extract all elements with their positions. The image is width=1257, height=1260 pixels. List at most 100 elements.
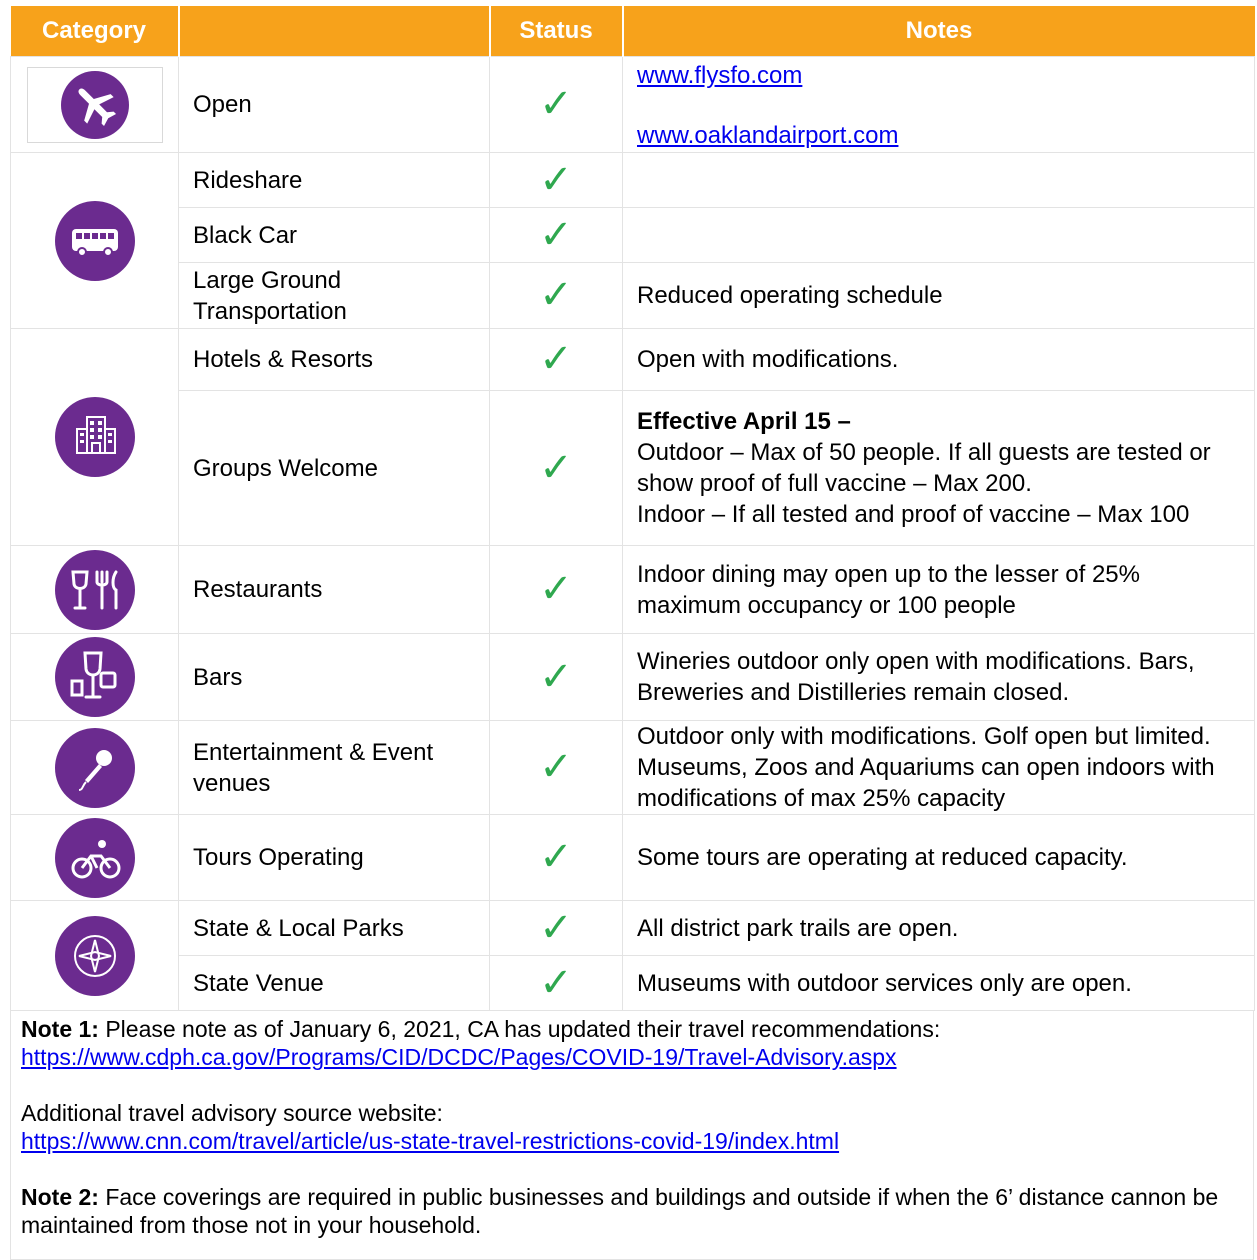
row-name: Large Ground Transportation bbox=[178, 262, 490, 329]
row-name: Restaurants bbox=[178, 545, 490, 634]
oakland-airport-link[interactable]: www.oaklandairport.com bbox=[637, 122, 898, 149]
bicycle-icon bbox=[54, 817, 135, 898]
cdph-advisory-link[interactable]: https://www.cdph.ca.gov/Programs/CID/DCD… bbox=[21, 1044, 897, 1070]
check-icon: ✓ bbox=[539, 653, 573, 700]
flysfo-link[interactable]: www.flysfo.com bbox=[637, 62, 802, 89]
row-name: Black Car bbox=[178, 207, 490, 263]
notes-cell: Outdoor only with modifications. Golf op… bbox=[622, 720, 1255, 815]
row-name: Open bbox=[178, 56, 490, 153]
row-name-line: Large Ground bbox=[193, 266, 342, 294]
header-status: Status bbox=[489, 6, 624, 57]
table-row: Bars ✓ Wineries outdoor only open with m… bbox=[10, 633, 1255, 721]
table-row: State & Local Parks ✓ All district park … bbox=[10, 900, 1255, 1011]
row-name-line: venues bbox=[193, 769, 271, 797]
header-category: Category bbox=[10, 6, 180, 57]
notes-cell: Museums with outdoor services only are o… bbox=[622, 955, 1255, 1011]
note2: Note 2: Face coverings are required in p… bbox=[21, 1183, 1243, 1239]
table-row: Groups Welcome ✓ Effective April 15 – Ou… bbox=[11, 390, 1255, 546]
note1-text: Please note as of January 6, 2021, CA ha… bbox=[98, 1016, 941, 1042]
wine-fork-knife-icon bbox=[54, 549, 135, 630]
notes-cell bbox=[622, 207, 1255, 263]
status-cell: ✓ bbox=[489, 390, 623, 546]
bus-icon bbox=[54, 200, 135, 281]
hotel-building-icon bbox=[54, 397, 135, 477]
table-row: Large Ground Transportation ✓ Reduced op… bbox=[11, 262, 1255, 329]
notes-cell: All district park trails are open. bbox=[622, 900, 1255, 956]
status-cell: ✓ bbox=[489, 262, 623, 329]
category-bars bbox=[10, 633, 179, 721]
notes-cell: www.flysfo.com www.oaklandairport.com bbox=[622, 56, 1255, 153]
status-table: Category Status Notes Open ✓ www.flysfo.… bbox=[10, 6, 1255, 1011]
note2-label: Note 2: bbox=[21, 1184, 99, 1210]
note1: Note 1: Please note as of January 6, 202… bbox=[21, 1015, 1243, 1043]
status-cell: ✓ bbox=[489, 900, 623, 956]
category-ground bbox=[10, 152, 179, 329]
category-lodging bbox=[10, 328, 179, 546]
row-name: Tours Operating bbox=[178, 814, 490, 901]
notes-cell: Open with modifications. bbox=[622, 328, 1255, 391]
check-icon: ✓ bbox=[539, 272, 573, 318]
category-parks bbox=[10, 900, 179, 1011]
notes-cell: Some tours are operating at reduced capa… bbox=[622, 814, 1255, 901]
check-icon: ✓ bbox=[539, 566, 573, 612]
table-row: State Venue ✓ Museums with outdoor servi… bbox=[11, 955, 1255, 1011]
status-cell: ✓ bbox=[489, 207, 623, 263]
note2-text: Face coverings are required in public bu… bbox=[21, 1184, 1219, 1238]
check-icon: ✓ bbox=[539, 959, 573, 1006]
status-cell: ✓ bbox=[489, 545, 623, 634]
notes-cell: Wineries outdoor only open with modifica… bbox=[622, 633, 1255, 721]
status-cell: ✓ bbox=[489, 152, 623, 208]
table-row: Restaurants ✓ Indoor dining may open up … bbox=[10, 545, 1255, 634]
notes-cell: Effective April 15 – Outdoor – Max of 50… bbox=[622, 390, 1255, 546]
indoor-limit-text: Indoor – If all tested and proof of vacc… bbox=[637, 501, 1190, 528]
check-icon: ✓ bbox=[539, 211, 573, 258]
footer-notes: Note 1: Please note as of January 6, 202… bbox=[10, 1011, 1254, 1260]
microphone-icon bbox=[54, 727, 135, 808]
check-icon: ✓ bbox=[539, 444, 573, 491]
additional-source-text: Additional travel advisory source websit… bbox=[21, 1100, 443, 1126]
check-icon: ✓ bbox=[539, 744, 573, 790]
header-blank bbox=[178, 6, 491, 57]
outdoor-limit-text: Outdoor – Max of 50 people. If all guest… bbox=[637, 439, 1211, 497]
table-row: Open ✓ www.flysfo.com www.oaklandairport… bbox=[10, 56, 1255, 153]
table-row: Entertainment & Event venues ✓ Outdoor o… bbox=[10, 720, 1255, 815]
status-cell: ✓ bbox=[489, 720, 623, 815]
category-entertainment bbox=[10, 720, 179, 815]
check-icon: ✓ bbox=[539, 156, 573, 203]
row-name: State Venue bbox=[178, 955, 490, 1011]
status-cell: ✓ bbox=[489, 814, 623, 901]
notes-cell bbox=[622, 152, 1255, 208]
notes-cell: Indoor dining may open up to the lesser … bbox=[622, 545, 1255, 634]
compass-icon bbox=[54, 915, 135, 996]
category-air bbox=[10, 56, 179, 153]
row-name-line: Entertainment & Event bbox=[193, 738, 434, 766]
category-dining bbox=[10, 545, 179, 634]
table-row: Hotels & Resorts ✓ Open with modificatio… bbox=[10, 328, 1255, 546]
check-icon: ✓ bbox=[539, 834, 573, 880]
table-row: Tours Operating ✓ Some tours are operati… bbox=[10, 814, 1255, 901]
check-icon: ✓ bbox=[539, 904, 573, 951]
row-name: Rideshare bbox=[178, 152, 490, 208]
table-row: Black Car ✓ bbox=[11, 207, 1255, 263]
travel-status-page: Category Status Notes Open ✓ www.flysfo.… bbox=[10, 6, 1255, 1260]
air-icon-frame bbox=[26, 66, 163, 143]
airplane-icon bbox=[60, 70, 129, 139]
row-name: Entertainment & Event venues bbox=[178, 720, 490, 815]
row-name: Hotels & Resorts bbox=[178, 328, 490, 391]
status-cell: ✓ bbox=[489, 56, 623, 153]
category-tours bbox=[10, 814, 179, 901]
row-name: State & Local Parks bbox=[178, 900, 490, 956]
status-cell: ✓ bbox=[489, 633, 623, 721]
header-notes: Notes bbox=[622, 6, 1255, 57]
check-icon: ✓ bbox=[539, 81, 573, 127]
notes-cell: Reduced operating schedule bbox=[622, 262, 1255, 329]
note1-label: Note 1: bbox=[21, 1016, 99, 1042]
table-row: Rideshare ✓ bbox=[10, 152, 1255, 329]
cocktail-icon bbox=[54, 637, 135, 717]
cnn-restrictions-link[interactable]: https://www.cnn.com/travel/article/us-st… bbox=[21, 1128, 839, 1154]
row-name-line: Transportation bbox=[193, 297, 347, 325]
table-header-row: Category Status Notes bbox=[10, 6, 1255, 57]
row-name: Bars bbox=[178, 633, 490, 721]
status-cell: ✓ bbox=[489, 328, 623, 391]
status-cell: ✓ bbox=[489, 955, 623, 1011]
